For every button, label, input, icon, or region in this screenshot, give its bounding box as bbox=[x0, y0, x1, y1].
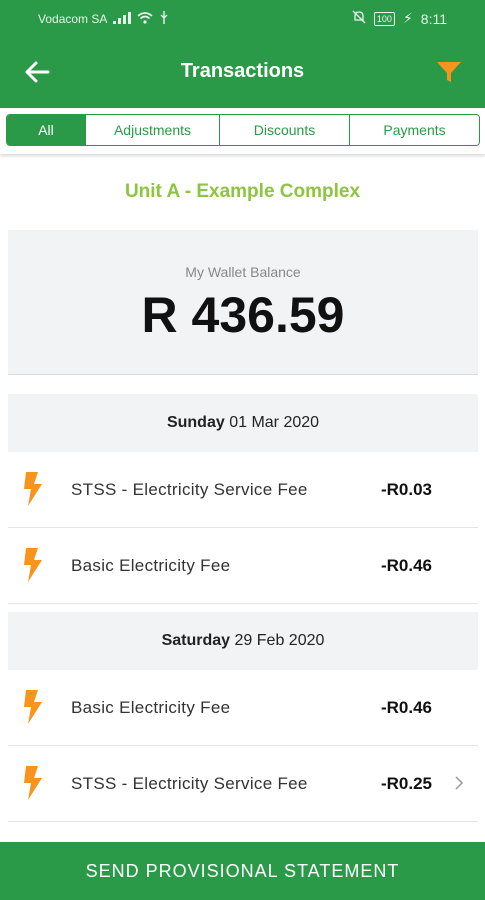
transaction-amount: -R0.46 bbox=[380, 698, 432, 717]
transaction-description: STSS - Electricity Service Fee bbox=[71, 774, 308, 793]
battery-icon: 100 bbox=[373, 11, 395, 26]
filter-icon bbox=[437, 62, 461, 82]
tab-discounts[interactable]: Discounts bbox=[220, 115, 350, 145]
transaction-amount: -R0.25 bbox=[380, 774, 432, 793]
transaction-description: Basic Electricity Fee bbox=[71, 698, 231, 717]
filter-button[interactable] bbox=[435, 58, 463, 86]
tab-all[interactable]: All bbox=[7, 115, 86, 145]
date-header: Sunday 01 Mar 2020 bbox=[8, 394, 478, 452]
send-provisional-statement-button[interactable]: SEND PROVISIONAL STATEMENT bbox=[0, 842, 485, 900]
usb-icon bbox=[159, 11, 169, 27]
notification-muted-icon bbox=[352, 10, 366, 27]
tab-adjustments[interactable]: Adjustments bbox=[86, 115, 220, 145]
transaction-row[interactable]: STSS - Electricity Service Fee -R0.03 bbox=[8, 452, 478, 528]
signal-icon bbox=[113, 11, 132, 27]
date-header-day: Sunday bbox=[166, 414, 225, 431]
wifi-icon bbox=[137, 11, 153, 27]
clock: 8:11 bbox=[420, 10, 447, 27]
transaction-amount: -R0.03 bbox=[380, 480, 432, 499]
lightning-icon bbox=[24, 548, 42, 582]
carrier-label: Vodacom SA bbox=[38, 12, 108, 26]
transaction-amount: -R0.46 bbox=[380, 556, 432, 575]
status-right: 100 ⚡ 8:11 bbox=[352, 10, 447, 27]
lightning-icon bbox=[24, 472, 42, 506]
tab-bar-container: All Adjustments Discounts Payments bbox=[0, 108, 485, 154]
status-left: Vodacom SA bbox=[38, 11, 169, 27]
tab-bar: All Adjustments Discounts Payments bbox=[6, 114, 480, 146]
transaction-row[interactable]: STSS - Electricity Service Fee -R0.25 bbox=[8, 746, 478, 822]
wallet-card: My Wallet Balance R 436.59 bbox=[8, 230, 478, 375]
date-header: Saturday 29 Feb 2020 bbox=[8, 612, 478, 670]
date-header-date: 29 Feb 2020 bbox=[234, 632, 325, 649]
lightning-icon bbox=[24, 690, 42, 724]
complex-name: Unit A - Example Complex bbox=[124, 181, 361, 202]
transaction-row[interactable]: Basic Electricity Fee -R0.46 bbox=[8, 528, 478, 604]
transaction-row[interactable]: Basic Electricity Fee -R0.46 bbox=[8, 670, 478, 746]
charging-icon: ⚡ bbox=[402, 10, 413, 26]
transaction-description: STSS - Electricity Service Fee bbox=[71, 480, 308, 499]
transaction-description: Basic Electricity Fee bbox=[71, 556, 231, 575]
tab-payments[interactable]: Payments bbox=[350, 115, 479, 145]
chevron-right-icon bbox=[455, 776, 464, 790]
date-header-day: Saturday bbox=[161, 632, 231, 649]
status-bar: Vodacom SA 100 ⚡ 8:11 bbox=[0, 0, 485, 36]
date-header-date: 01 Mar 2020 bbox=[229, 414, 320, 431]
wallet-balance: R 436.59 bbox=[141, 287, 345, 343]
wallet-label: My Wallet Balance bbox=[185, 264, 301, 280]
transaction-list: Sunday 01 Mar 2020 STSS - Electricity Se… bbox=[8, 394, 478, 822]
lightning-icon bbox=[24, 766, 42, 800]
page-title: Transactions bbox=[180, 60, 305, 82]
app-bar: Transactions bbox=[0, 36, 485, 108]
